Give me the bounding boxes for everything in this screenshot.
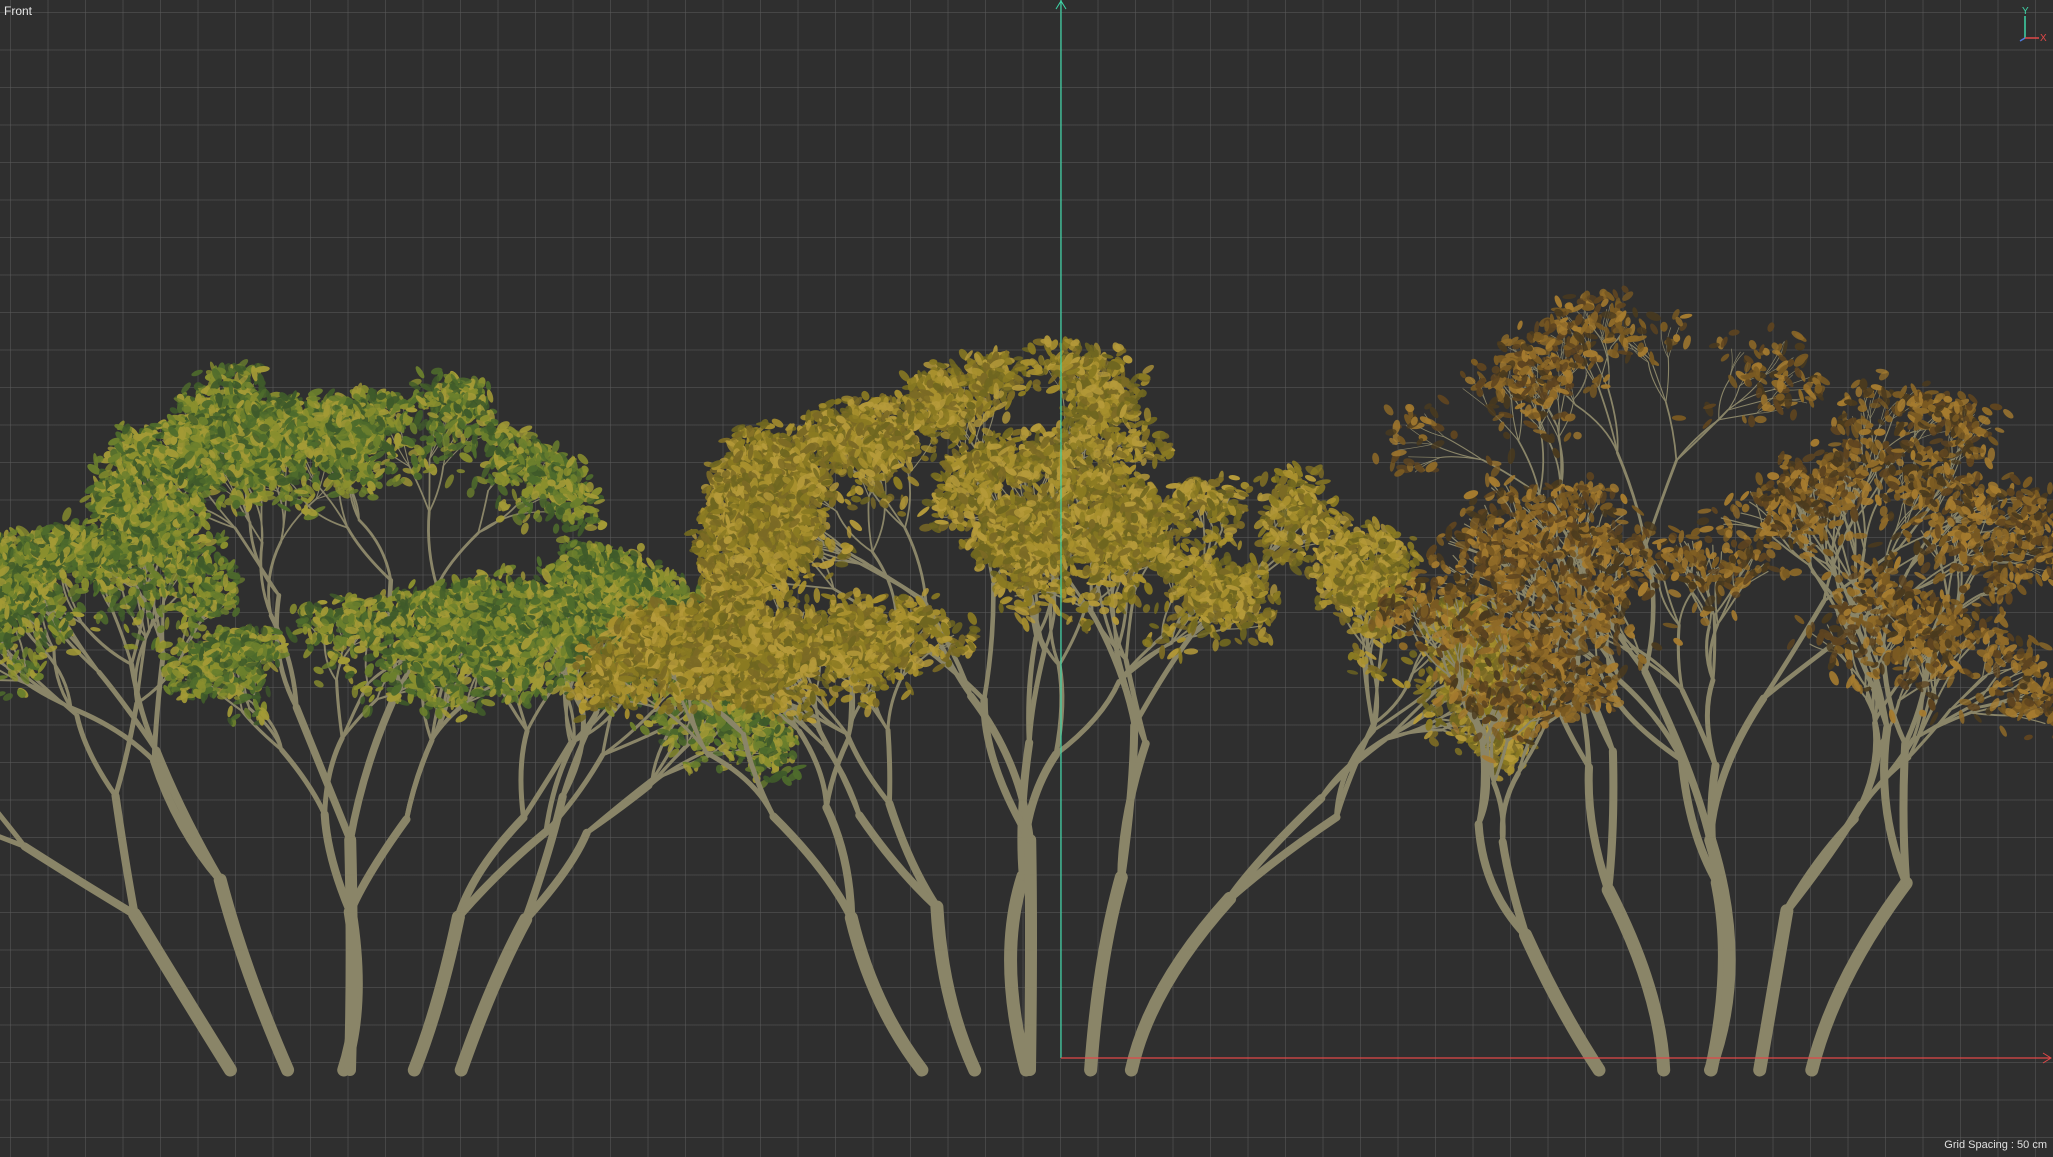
branch <box>414 917 458 1070</box>
front-viewport[interactable]: Front Y X Grid Spacing : 50 cm <box>0 0 2053 1157</box>
leaf <box>122 623 130 634</box>
branch <box>25 846 135 914</box>
branch <box>116 796 135 915</box>
branch <box>342 699 377 738</box>
branch <box>461 919 526 1070</box>
branch <box>350 819 406 912</box>
branch <box>220 880 287 1070</box>
branch <box>156 751 220 880</box>
branch <box>337 681 343 739</box>
branch <box>587 780 652 833</box>
branch <box>428 512 437 587</box>
branch <box>521 731 527 818</box>
branch <box>407 740 433 819</box>
branch <box>366 646 368 684</box>
leaf <box>164 617 170 630</box>
branch <box>350 840 352 1070</box>
branch <box>135 915 231 1071</box>
branch <box>350 685 400 840</box>
scene-canvas[interactable] <box>0 0 2053 1157</box>
tree-group[interactable] <box>0 284 2053 1070</box>
